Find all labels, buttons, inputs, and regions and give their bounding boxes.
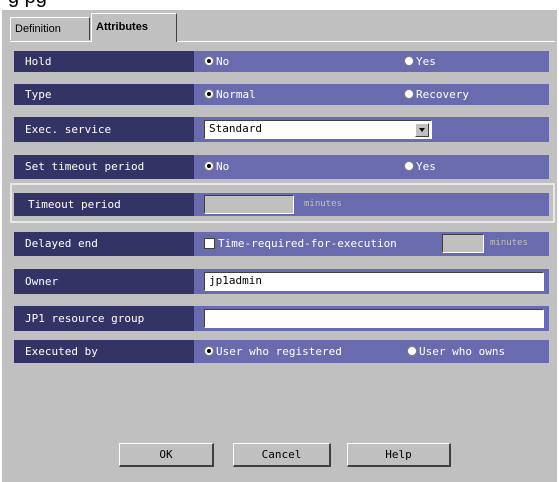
time-required-label: Time-required-for-execution [218, 237, 397, 250]
chevron-down-icon[interactable] [415, 123, 429, 137]
timeout-period-input[interactable] [204, 195, 294, 214]
timeout-period-row: Timeout period minutes [14, 193, 549, 216]
executed-by-owns-radio[interactable]: User who owns [407, 345, 505, 358]
help-button[interactable]: Help [347, 443, 451, 467]
time-required-checkbox[interactable] [204, 238, 215, 249]
type-normal-radio[interactable]: Normal [204, 88, 256, 101]
delayed-end-unit-label: minutes [490, 238, 528, 248]
hold-yes-radio[interactable]: Yes [404, 55, 436, 68]
attributes-dialog: Definition Attributes Hold No Yes Type N… [2, 10, 557, 482]
delayed-end-label: Delayed end [14, 232, 194, 256]
cancel-button[interactable]: Cancel [233, 443, 331, 467]
set-timeout-label: Set timeout period [14, 155, 194, 179]
radio-selected-icon [204, 56, 214, 66]
radio-unselected-icon [404, 89, 414, 99]
delayed-end-row: Delayed end Time-required-for-execution … [14, 232, 549, 256]
ok-button[interactable]: OK [119, 443, 214, 467]
type-recovery-radio[interactable]: Recovery [404, 88, 469, 101]
tab-attributes[interactable]: Attributes [91, 13, 177, 42]
radio-selected-icon [204, 161, 214, 171]
radio-unselected-icon [407, 346, 417, 356]
jp1-resource-group-label: JP1 resource group [14, 306, 194, 331]
set-timeout-no-radio[interactable]: No [204, 160, 229, 173]
executed-by-registered-radio[interactable]: User who registered [204, 345, 342, 358]
exec-service-row: Exec. service Standard [14, 117, 549, 142]
clipped-heading: g pg [0, 0, 559, 10]
radio-unselected-icon [404, 56, 414, 66]
delayed-end-input[interactable] [442, 234, 484, 253]
hold-row: Hold No Yes [14, 51, 549, 72]
executed-by-label: Executed by [14, 340, 194, 363]
set-timeout-yes-radio[interactable]: Yes [404, 160, 436, 173]
timeout-unit-label: minutes [304, 199, 342, 209]
jp1-resource-group-input[interactable] [204, 309, 544, 328]
radio-unselected-icon [404, 161, 414, 171]
jp1-resource-group-row: JP1 resource group [14, 306, 549, 331]
tab-definition[interactable]: Definition [10, 17, 90, 40]
executed-by-row: Executed by User who registered User who… [14, 340, 549, 363]
set-timeout-row: Set timeout period No Yes [14, 155, 549, 179]
exec-service-select[interactable]: Standard [204, 120, 432, 139]
owner-input[interactable]: jp1admin [204, 272, 544, 291]
owner-row: Owner jp1admin [14, 269, 549, 294]
radio-selected-icon [204, 89, 214, 99]
radio-selected-icon [204, 346, 214, 356]
hold-label: Hold [14, 51, 194, 72]
exec-service-label: Exec. service [14, 117, 194, 142]
timeout-period-label: Timeout period [14, 193, 194, 216]
type-row: Type Normal Recovery [14, 84, 549, 105]
type-label: Type [14, 84, 194, 105]
owner-label: Owner [14, 269, 194, 294]
hold-no-radio[interactable]: No [204, 55, 229, 68]
